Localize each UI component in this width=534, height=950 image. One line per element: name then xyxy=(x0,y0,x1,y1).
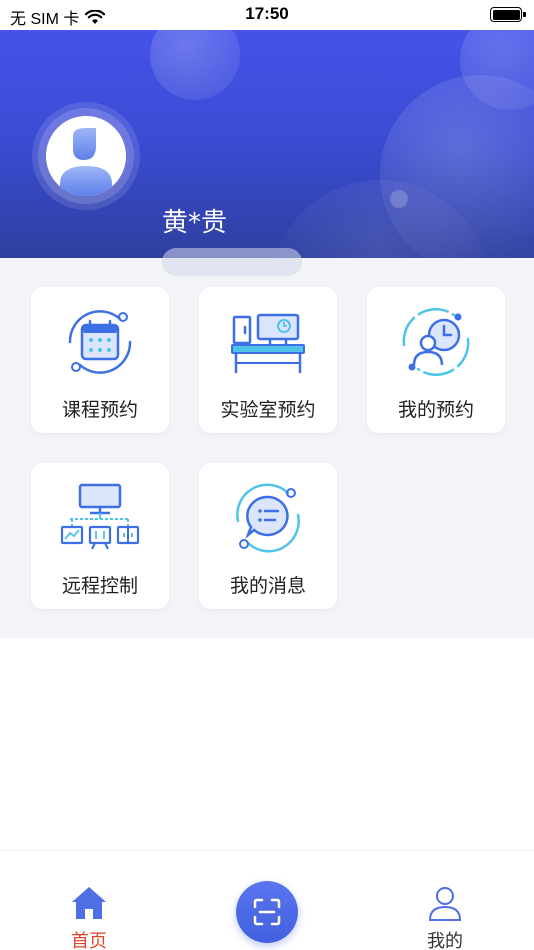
menu-card-label: 实验室预约 xyxy=(220,399,316,421)
lab-desk-icon xyxy=(231,313,305,373)
menu-card-label: 远程控制 xyxy=(61,575,138,597)
bottom-nav: 首页 我的 xyxy=(0,850,534,950)
menu-card-remote-control[interactable]: 远程控制 xyxy=(31,463,169,609)
menu-card-label: 课程预约 xyxy=(61,399,138,421)
scan-icon xyxy=(253,898,281,926)
user-name: 黄*贵 xyxy=(162,208,228,238)
tab-me-label: 我的 xyxy=(427,931,463,950)
menu-grid: 课程预约 实验室预约 我的预约 远程控制 我的消息 xyxy=(0,258,534,638)
user-clock-icon xyxy=(402,308,470,376)
tab-home[interactable]: 首页 xyxy=(29,851,149,950)
avatar-person-icon xyxy=(46,116,126,196)
menu-card-course-booking[interactable]: 课程预约 xyxy=(31,287,169,433)
status-time: 17:50 xyxy=(245,4,289,23)
decor-bubble xyxy=(390,190,408,208)
profile-header: 黄*贵 xyxy=(0,30,534,258)
home-icon xyxy=(72,887,106,919)
message-bubble-icon xyxy=(236,483,300,553)
scan-button[interactable] xyxy=(236,881,298,943)
menu-card-label: 我的预约 xyxy=(397,399,474,421)
tab-me[interactable]: 我的 xyxy=(385,851,505,950)
menu-card-lab-booking[interactable]: 实验室预约 xyxy=(199,287,337,433)
user-icon xyxy=(428,887,462,921)
tab-home-label: 首页 xyxy=(71,931,107,950)
avatar[interactable] xyxy=(46,116,126,196)
menu-card-my-booking[interactable]: 我的预约 xyxy=(367,287,505,433)
decor-bubble xyxy=(150,30,240,100)
avatar-ring[interactable] xyxy=(38,108,134,204)
status-bar: 无 SIM 卡 17:50 xyxy=(0,0,534,30)
menu-card-label: 我的消息 xyxy=(229,575,306,597)
battery-icon xyxy=(490,7,526,22)
calendar-icon xyxy=(68,310,132,374)
remote-network-icon xyxy=(60,483,140,550)
menu-card-my-messages[interactable]: 我的消息 xyxy=(199,463,337,609)
user-info-pill xyxy=(162,248,302,276)
